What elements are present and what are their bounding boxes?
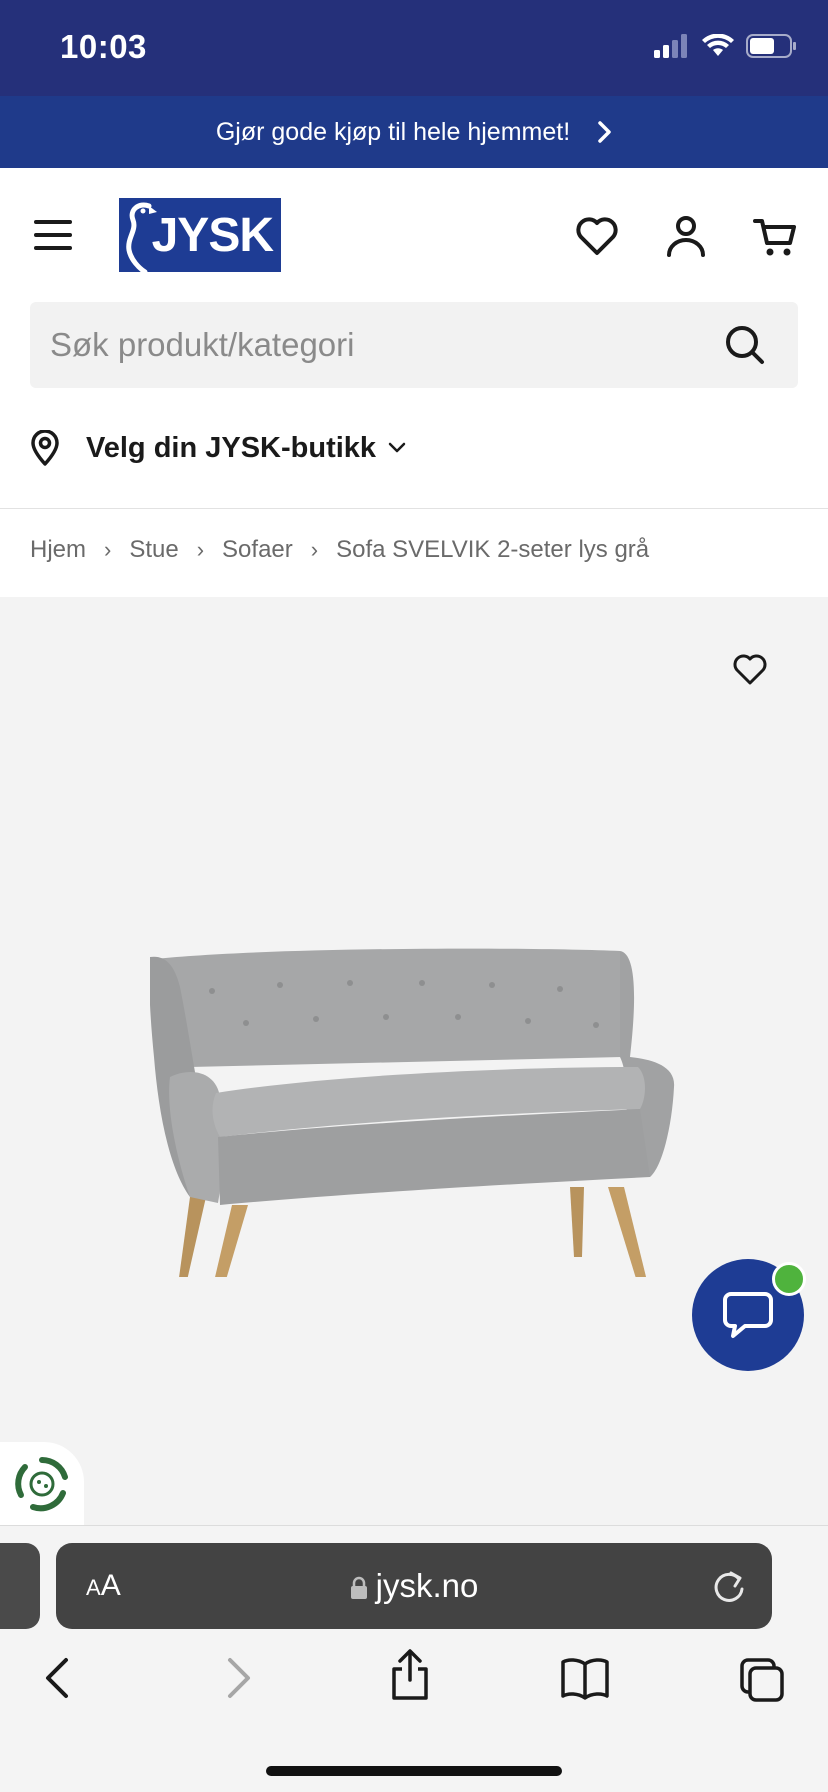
previous-tab-preview[interactable] xyxy=(0,1543,40,1629)
breadcrumb-item-current: Sofa SVELVIK 2-seter lys grå xyxy=(336,536,650,563)
jysk-logo[interactable]: JYSK xyxy=(119,198,281,272)
chevron-right-icon xyxy=(598,121,611,143)
heart-icon[interactable] xyxy=(574,213,620,259)
signal-icon xyxy=(654,34,687,58)
promo-banner[interactable]: Gjør gode kjøp til hele hjemmet! xyxy=(0,96,828,168)
search-input[interactable]: Søk produkt/kategori xyxy=(30,302,798,388)
logo-bird-icon xyxy=(126,202,157,272)
breadcrumb-item-hjem[interactable]: Hjem xyxy=(30,536,86,564)
breadcrumb-separator-icon: › xyxy=(196,537,205,562)
bookmarks-icon[interactable] xyxy=(560,1656,610,1700)
status-time: 10:03 xyxy=(60,28,147,65)
header-divider xyxy=(0,508,828,509)
forward-icon[interactable] xyxy=(222,1656,254,1700)
breadcrumb-item-sofaer[interactable]: Sofaer xyxy=(222,536,293,564)
site-header: JYSK xyxy=(0,168,828,300)
product-image-sofa xyxy=(150,948,675,1277)
store-label: Velg din JYSK-butikk xyxy=(86,431,377,464)
cart-icon[interactable] xyxy=(752,213,798,259)
breadcrumb-separator-icon: › xyxy=(310,537,319,562)
search-placeholder: Søk produkt/kategori xyxy=(50,326,355,363)
url-text: jysk.no xyxy=(375,1567,479,1604)
browser-toolbar: AA jysk.no xyxy=(0,1525,828,1792)
product-gallery[interactable] xyxy=(0,597,828,1526)
user-icon[interactable] xyxy=(663,213,709,259)
url-display: jysk.no xyxy=(56,1567,772,1605)
address-bar[interactable]: AA jysk.no xyxy=(56,1543,772,1629)
chevron-down-icon xyxy=(388,442,406,453)
chat-online-indicator xyxy=(772,1262,806,1296)
tabs-icon[interactable] xyxy=(738,1656,786,1704)
lock-icon xyxy=(350,1577,367,1600)
share-icon[interactable] xyxy=(388,1648,432,1702)
breadcrumb: Hjem › Stue › Sofaer › Sofa SVELVIK 2-se… xyxy=(30,536,649,564)
recycle-icon xyxy=(15,1456,68,1512)
menu-icon[interactable] xyxy=(34,220,72,250)
battery-icon xyxy=(746,34,796,58)
location-pin-icon xyxy=(31,430,59,466)
back-icon[interactable] xyxy=(42,1656,74,1700)
reload-icon[interactable] xyxy=(712,1567,746,1603)
logo-text: JYSK xyxy=(151,208,274,262)
store-selector[interactable]: Velg din JYSK-butikk xyxy=(30,420,406,476)
search-icon[interactable] xyxy=(724,324,766,366)
heart-icon[interactable] xyxy=(732,652,768,686)
breadcrumb-item-stue[interactable]: Stue xyxy=(129,536,178,564)
home-indicator xyxy=(266,1766,562,1776)
chat-bubble-icon xyxy=(723,1292,773,1338)
eco-badge[interactable] xyxy=(0,1442,84,1526)
status-bar: 10:03 xyxy=(0,0,828,96)
breadcrumb-separator-icon: › xyxy=(104,537,112,562)
wifi-icon xyxy=(702,34,734,56)
status-icons xyxy=(654,34,798,58)
promo-text: Gjør gode kjøp til hele hjemmet! xyxy=(215,117,571,146)
